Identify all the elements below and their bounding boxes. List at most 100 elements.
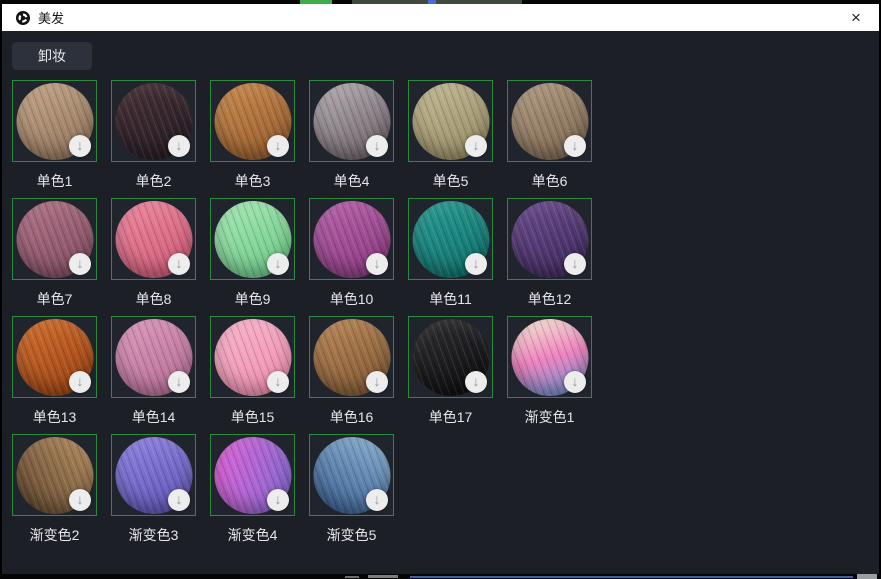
hair-style-item[interactable]: ↓ 单色2 [111, 80, 196, 191]
hair-swatch-tile[interactable]: ↓ [12, 198, 97, 280]
hair-style-item[interactable]: ↓ 单色6 [507, 80, 592, 191]
hair-style-label: 单色16 [309, 407, 394, 427]
download-icon[interactable]: ↓ [465, 253, 487, 275]
close-icon[interactable]: × [843, 5, 869, 31]
download-icon[interactable]: ↓ [465, 371, 487, 393]
hair-swatch-tile[interactable]: ↓ [408, 198, 493, 280]
download-icon[interactable]: ↓ [267, 253, 289, 275]
hair-style-grid: ↓ 单色1 ↓ 单色2 ↓ 单色3 ↓ 单色4 ↓ 单色5 [12, 80, 612, 552]
hair-style-item[interactable]: ↓ 渐变色1 [507, 316, 592, 427]
download-icon[interactable]: ↓ [69, 489, 91, 511]
hair-swatch-tile[interactable]: ↓ [507, 80, 592, 162]
hair-style-item[interactable]: ↓ 渐变色2 [12, 434, 97, 545]
download-icon[interactable]: ↓ [69, 135, 91, 157]
download-icon[interactable]: ↓ [366, 253, 388, 275]
hair-swatch-tile[interactable]: ↓ [111, 198, 196, 280]
hair-swatch-tile[interactable]: ↓ [12, 80, 97, 162]
download-icon[interactable]: ↓ [366, 489, 388, 511]
hair-style-item[interactable]: ↓ 单色16 [309, 316, 394, 427]
hair-style-item[interactable]: ↓ 单色1 [12, 80, 97, 191]
hair-style-item[interactable]: ↓ 单色13 [12, 316, 97, 427]
hair-style-label: 单色8 [111, 289, 196, 309]
occluded-fragment [857, 574, 877, 579]
hair-style-label: 单色5 [408, 171, 493, 191]
download-icon[interactable]: ↓ [69, 253, 91, 275]
hair-style-item[interactable]: ↓ 单色3 [210, 80, 295, 191]
hair-swatch-tile[interactable]: ↓ [210, 316, 295, 398]
download-icon[interactable]: ↓ [267, 135, 289, 157]
hair-style-dialog: 美发 × 卸妆 ↓ 单色1 ↓ 单色2 ↓ 单色3 ↓ 单色4 [0, 0, 881, 579]
download-icon[interactable]: ↓ [564, 371, 586, 393]
occluded-progress-line [410, 576, 853, 578]
hair-style-item[interactable]: ↓ 单色10 [309, 198, 394, 309]
hair-swatch-tile[interactable]: ↓ [12, 434, 97, 516]
hair-style-label: 单色3 [210, 171, 295, 191]
hair-style-label: 单色1 [12, 171, 97, 191]
hair-style-item[interactable]: ↓ 渐变色5 [309, 434, 394, 545]
hair-style-label: 单色11 [408, 289, 493, 309]
download-icon[interactable]: ↓ [465, 135, 487, 157]
dialog-title: 美发 [38, 8, 64, 27]
hair-style-label: 单色4 [309, 171, 394, 191]
obs-logo-icon [16, 11, 30, 25]
hair-swatch-tile[interactable]: ↓ [309, 316, 394, 398]
hair-style-label: 单色17 [408, 407, 493, 427]
download-icon[interactable]: ↓ [366, 371, 388, 393]
dialog-content: 卸妆 ↓ 单色1 ↓ 单色2 ↓ 单色3 ↓ 单色4 ↓ [2, 31, 879, 574]
download-icon[interactable]: ↓ [168, 371, 190, 393]
hair-style-item[interactable]: ↓ 单色15 [210, 316, 295, 427]
hair-style-label: 渐变色1 [507, 407, 592, 427]
hair-swatch-tile[interactable]: ↓ [111, 80, 196, 162]
hair-swatch-tile[interactable]: ↓ [408, 316, 493, 398]
hair-style-label: 单色7 [12, 289, 97, 309]
occluded-fragment [345, 576, 359, 578]
hair-style-item[interactable]: ↓ 单色17 [408, 316, 493, 427]
download-icon[interactable]: ↓ [168, 253, 190, 275]
download-icon[interactable]: ↓ [168, 489, 190, 511]
hair-style-label: 单色10 [309, 289, 394, 309]
hair-style-item[interactable]: ↓ 单色12 [507, 198, 592, 309]
hair-style-item[interactable]: ↓ 单色5 [408, 80, 493, 191]
hair-style-label: 单色12 [507, 289, 592, 309]
hair-style-item[interactable]: ↓ 单色9 [210, 198, 295, 309]
hair-swatch-tile[interactable]: ↓ [507, 198, 592, 280]
hair-style-label: 渐变色2 [12, 525, 97, 545]
hair-style-label: 单色14 [111, 407, 196, 427]
hair-style-item[interactable]: ↓ 单色8 [111, 198, 196, 309]
hair-swatch-tile[interactable]: ↓ [309, 80, 394, 162]
hair-style-label: 渐变色5 [309, 525, 394, 545]
hair-style-label: 渐变色4 [210, 525, 295, 545]
occluded-app-bottom-strip [0, 574, 881, 579]
hair-style-item[interactable]: ↓ 单色4 [309, 80, 394, 191]
hair-style-label: 单色13 [12, 407, 97, 427]
download-icon[interactable]: ↓ [267, 489, 289, 511]
download-icon[interactable]: ↓ [168, 135, 190, 157]
occluded-fragment [368, 575, 398, 578]
hair-style-item[interactable]: ↓ 单色11 [408, 198, 493, 309]
hair-style-label: 单色15 [210, 407, 295, 427]
download-icon[interactable]: ↓ [564, 135, 586, 157]
hair-swatch-tile[interactable]: ↓ [210, 434, 295, 516]
hair-style-label: 单色2 [111, 171, 196, 191]
hair-style-item[interactable]: ↓ 渐变色4 [210, 434, 295, 545]
hair-style-label: 单色9 [210, 289, 295, 309]
hair-swatch-tile[interactable]: ↓ [210, 198, 295, 280]
hair-style-item[interactable]: ↓ 渐变色3 [111, 434, 196, 545]
download-icon[interactable]: ↓ [69, 371, 91, 393]
remove-makeup-button[interactable]: 卸妆 [12, 42, 92, 70]
download-icon[interactable]: ↓ [564, 253, 586, 275]
hair-swatch-tile[interactable]: ↓ [111, 434, 196, 516]
titlebar: 美发 × [2, 4, 879, 31]
hair-style-item[interactable]: ↓ 单色14 [111, 316, 196, 427]
hair-swatch-tile[interactable]: ↓ [309, 434, 394, 516]
hair-swatch-tile[interactable]: ↓ [210, 80, 295, 162]
hair-swatch-tile[interactable]: ↓ [111, 316, 196, 398]
hair-style-label: 单色6 [507, 171, 592, 191]
download-icon[interactable]: ↓ [267, 371, 289, 393]
hair-swatch-tile[interactable]: ↓ [507, 316, 592, 398]
hair-style-item[interactable]: ↓ 单色7 [12, 198, 97, 309]
hair-swatch-tile[interactable]: ↓ [309, 198, 394, 280]
download-icon[interactable]: ↓ [366, 135, 388, 157]
hair-swatch-tile[interactable]: ↓ [12, 316, 97, 398]
hair-swatch-tile[interactable]: ↓ [408, 80, 493, 162]
